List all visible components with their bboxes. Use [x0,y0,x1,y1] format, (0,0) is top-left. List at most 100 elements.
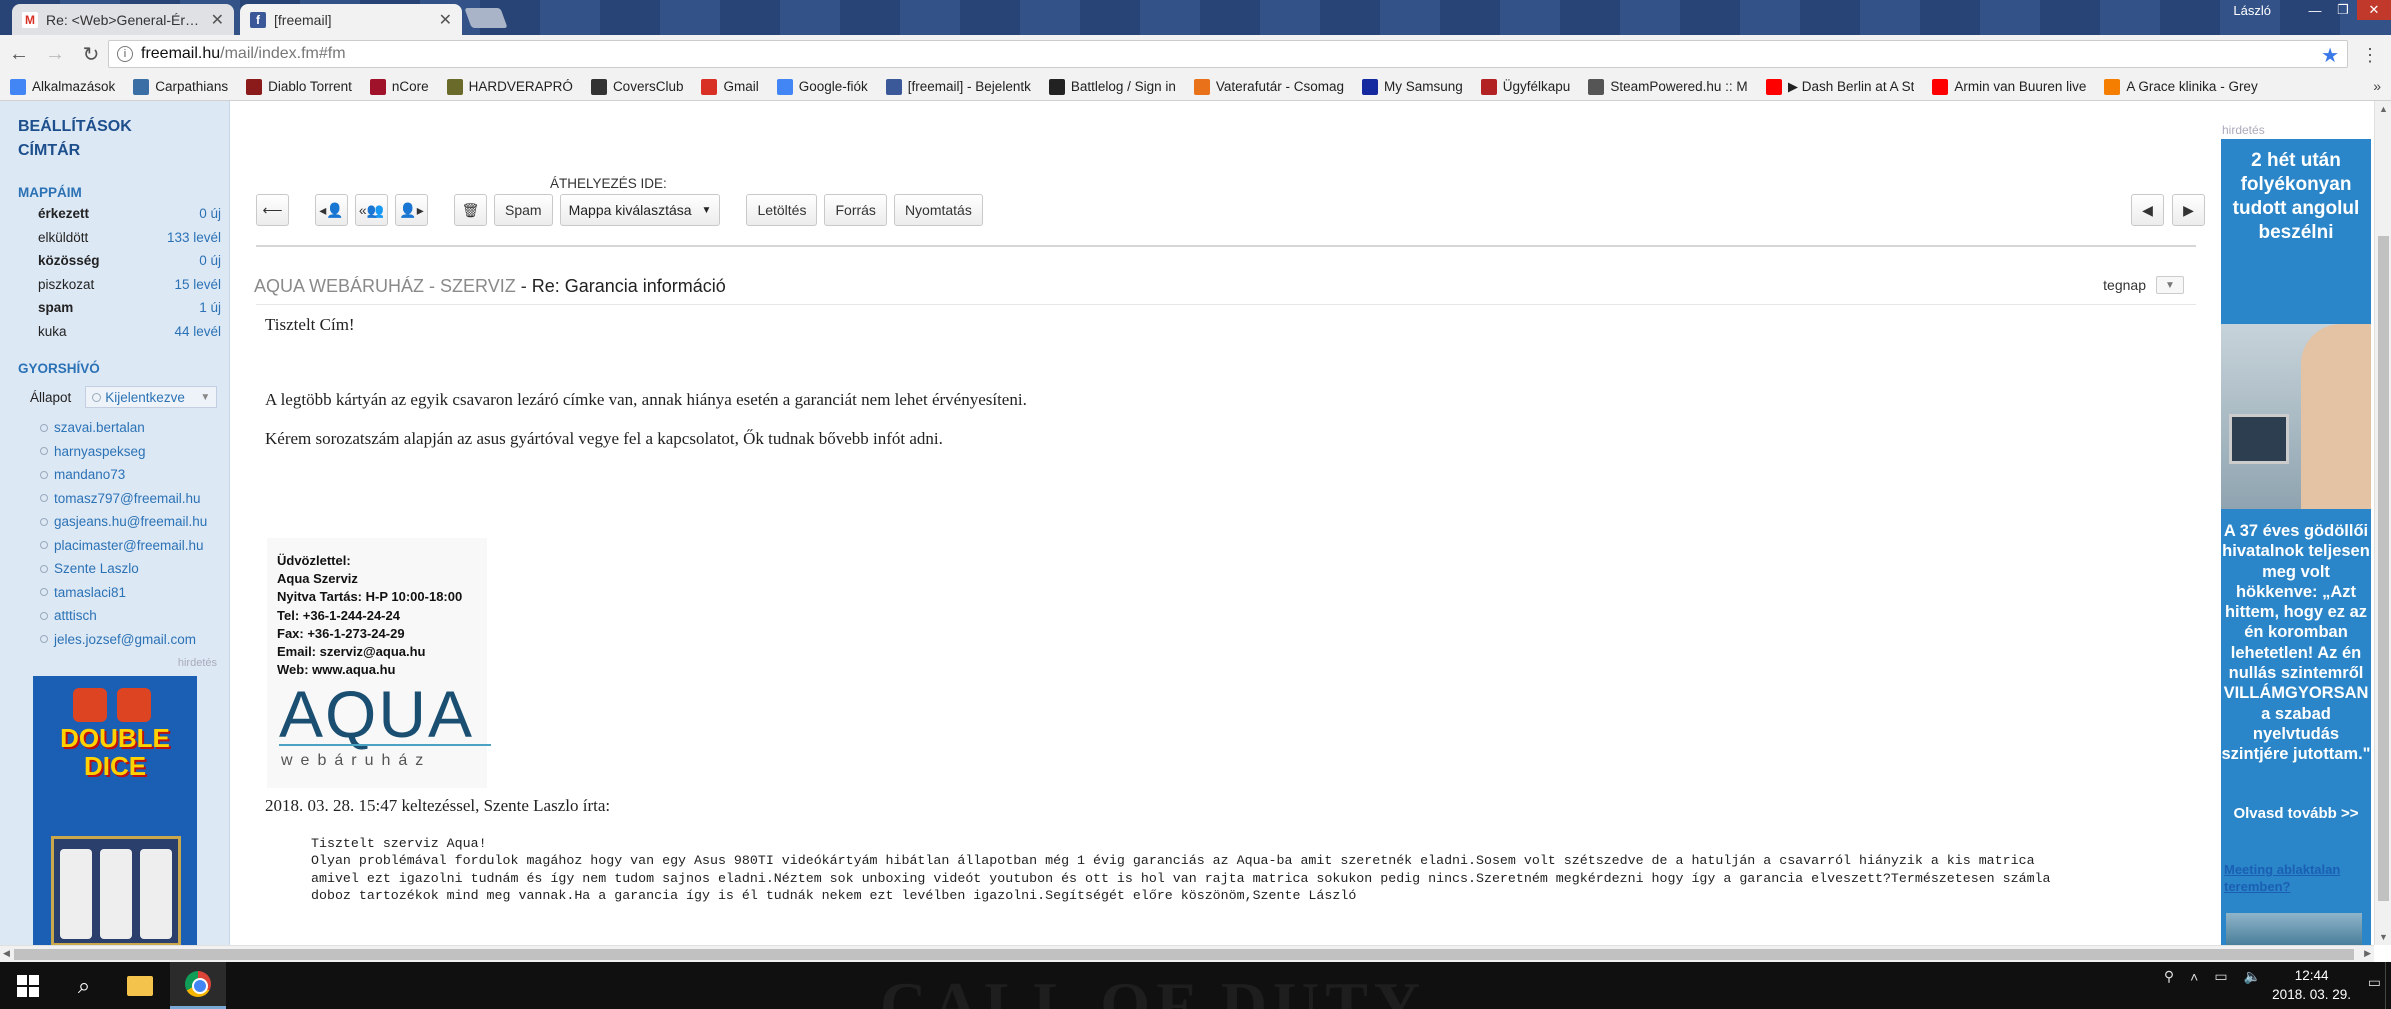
sender-name[interactable]: AQUA WEBÁRUHÁZ - SZERVIZ [254,276,516,296]
reply-all-button[interactable]: «👥 [355,194,388,226]
next-message-button[interactable]: ▶ [2172,194,2205,226]
reload-icon[interactable]: ↻ [78,42,104,67]
folder-item[interactable]: elküldött 133 levél [0,226,229,250]
language-ad[interactable]: 2 hét után folyékonyan tudott angolul be… [2221,139,2371,945]
contact-item[interactable]: tomasz797@freemail.hu [0,487,229,511]
contact-item[interactable]: mandano73 [0,463,229,487]
folder-select[interactable]: Mappa kiválasztása ▼ [559,194,721,226]
bookmark-item[interactable]: Carpathians [133,78,228,95]
back-arrow-icon[interactable]: ← [6,43,32,66]
contact-item[interactable]: tamaslaci81 [0,581,229,605]
folder-count: 0 új [199,253,221,269]
forward-button[interactable]: 👤▸ [395,194,428,226]
profile-name[interactable]: László [2233,3,2271,18]
start-button[interactable] [0,962,56,1009]
bookmark-item[interactable]: Google-fiók [776,78,868,95]
scroll-thumb[interactable] [2378,236,2389,901]
dice-icon [117,688,151,722]
chrome-taskbar-button[interactable] [170,962,226,1009]
info-icon[interactable]: i [117,46,133,62]
meeting-ad-link[interactable]: Meeting ablaktalan teremben? [2224,862,2364,895]
restore-icon[interactable]: ❐ [2329,0,2357,20]
contact-item[interactable]: harnyaspekseg [0,440,229,464]
bookmark-item[interactable]: HARDVERAPRÓ [446,78,573,95]
bookmark-item[interactable]: nCore [369,78,429,95]
volume-icon[interactable]: 🔈 [2244,968,2261,985]
download-button[interactable]: Letöltés [746,194,818,226]
contact-item[interactable]: szavai.bertalan [0,416,229,440]
settings-link[interactable]: BEÁLLÍTÁSOK [18,115,229,139]
spam-button[interactable]: Spam [494,194,553,226]
status-select[interactable]: Kijelentkezve ▼ [85,386,218,408]
folder-item[interactable]: közösség 0 új [0,249,229,273]
back-to-list-button[interactable]: ⟵ [256,194,289,226]
folder-item[interactable]: kuka 44 levél [0,320,229,344]
contact-item[interactable]: atttisch [0,604,229,628]
close-window-icon[interactable]: ✕ [2357,0,2391,20]
scroll-left-icon[interactable]: ◀ [3,948,10,959]
read-more-link[interactable]: Olvasd tovább >> [2221,805,2371,822]
bookmark-item[interactable]: Vaterafutár - Csomag [1193,78,1344,95]
search-button[interactable]: ⌕ [56,962,112,1009]
bookmark-item[interactable]: Ügyfélkapu [1480,78,1570,95]
more-bookmarks-icon[interactable]: » [2373,78,2381,94]
folder-item[interactable]: érkezett 0 új [0,202,229,226]
scroll-up-icon[interactable]: ▲ [2379,104,2388,114]
bookmark-item[interactable]: A Grace klinika - Grey [2104,78,2258,95]
url-input[interactable]: i freemail.hu/mail/index.fm#fm ★ [108,40,2348,68]
source-button[interactable]: Forrás [824,194,887,226]
close-icon[interactable]: ✕ [211,10,224,30]
bookmark-item[interactable]: Armin van Buuren live [1932,78,2086,95]
tab-gmail[interactable]: M Re: <Web>General-Érték ✕ [12,4,234,35]
contact-item[interactable]: jeles.jozsef@gmail.com [0,628,229,652]
contact-item[interactable]: placimaster@freemail.hu [0,534,229,558]
contact-item[interactable]: Szente Laszlo [0,557,229,581]
double-dice-ad[interactable]: DOUBLE DICE [33,676,197,946]
folder-item[interactable]: piszkozat 15 levél [0,273,229,297]
network-icon[interactable]: ▭ [2214,968,2227,985]
folder-item[interactable]: spam 1 új [0,296,229,320]
bookmark-item[interactable]: Diablo Torrent [246,78,352,95]
signature-image: Üdvözlettel: Aqua Szerviz Nyitva Tartás: H… [267,538,491,788]
bookmark-item[interactable]: Battlelog / Sign in [1048,78,1176,95]
reply-button[interactable]: ◂👤 [315,194,348,226]
vertical-scrollbar[interactable]: ▲ ▼ [2374,101,2391,945]
tab-freemail[interactable]: f [freemail] ✕ [240,4,462,35]
slot-machine-icon [51,836,181,946]
contact-item[interactable]: gasjeans.hu@freemail.hu [0,510,229,534]
system-clock[interactable]: 12:44 2018. 03. 29. [2272,966,2351,1004]
status-dot-icon [92,392,102,402]
delete-button[interactable]: 🗑 [454,194,487,226]
minimize-icon[interactable]: — [2301,0,2329,20]
mail-toolbar: ⟵ ◂👤 «👥 👤▸ 🗑 Spam Mappa kiválasztása ▼ L… [256,194,983,226]
bookmark-item[interactable]: [freemail] - Bejelentk [885,78,1031,95]
chrome-menu-icon[interactable]: ⋮ [2361,45,2379,66]
address-book-link[interactable]: CÍMTÁR [18,139,229,163]
ad-label: hirdetés [2222,123,2265,137]
bookmark-item[interactable]: ▶ Dash Berlin at A St [1765,78,1914,95]
bookmark-item[interactable]: Gmail [701,78,759,95]
bookmark-star-icon[interactable]: ★ [2321,43,2339,68]
scroll-thumb[interactable] [14,949,2354,960]
horizontal-scrollbar[interactable]: ◀ ▶ [0,945,2374,962]
show-desktop-button[interactable] [2385,962,2391,1009]
bookmark-item[interactable]: My Samsung [1361,78,1463,95]
forward-arrow-icon[interactable]: → [42,43,68,66]
details-dropdown-button[interactable]: ▼ [2156,276,2184,294]
bookmark-item[interactable]: Alkalmazások [10,78,115,95]
print-button[interactable]: Nyomtatás [893,194,983,226]
bookmark-item[interactable]: CoversClub [590,78,683,95]
scroll-down-icon[interactable]: ▼ [2379,932,2388,942]
divider [256,304,2196,305]
scroll-right-icon[interactable]: ▶ [2364,948,2371,959]
people-icon[interactable]: ⚲ [2164,968,2174,985]
prev-message-button[interactable]: ◀ [2131,194,2164,226]
new-tab-button[interactable] [464,8,508,28]
chevron-up-icon[interactable]: ˄ [2190,969,2198,985]
file-explorer-button[interactable] [112,962,168,1009]
bookmark-item[interactable]: SteamPowered.hu :: M [1588,78,1748,95]
notification-icon[interactable]: ▭ [2368,974,2381,991]
close-icon[interactable]: ✕ [439,10,452,30]
meeting-ad-image[interactable] [2226,913,2362,945]
diablo-icon [246,78,263,95]
